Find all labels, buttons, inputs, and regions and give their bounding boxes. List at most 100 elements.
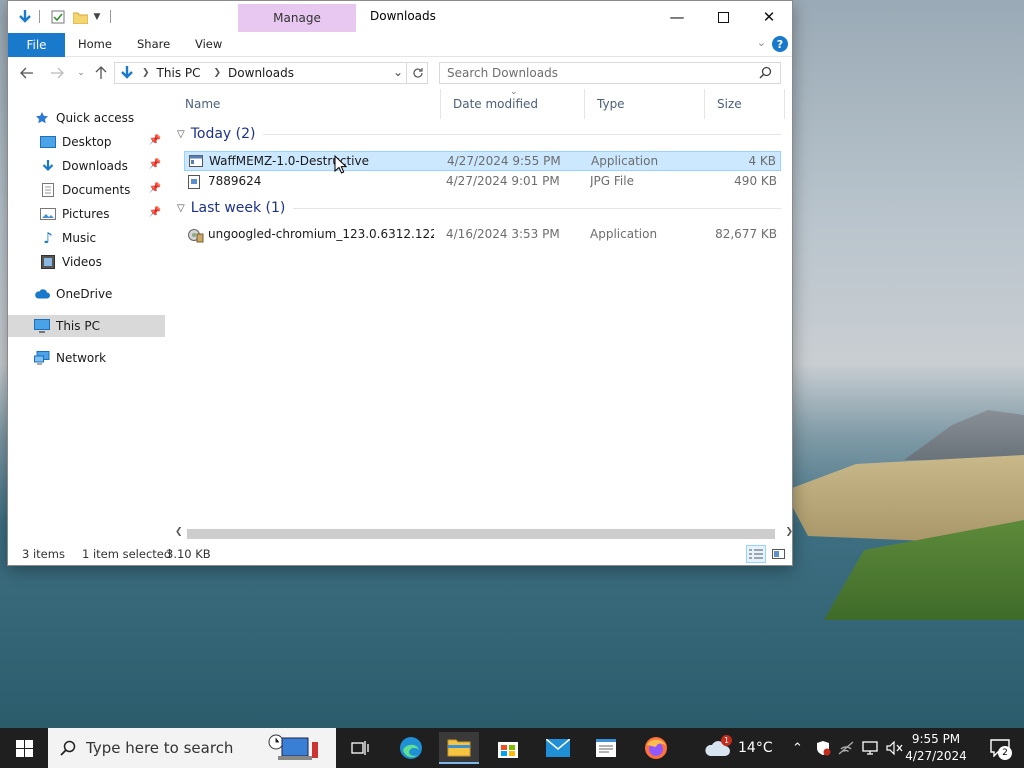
down-arrow-icon[interactable] [14, 7, 36, 27]
weather-widget[interactable]: 1 14°C [704, 728, 773, 768]
sidebar-item-desktop[interactable]: Desktop 📌 [8, 131, 165, 153]
microsoft-store-icon[interactable] [488, 732, 528, 764]
file-type: Application [591, 154, 659, 168]
file-size: 4 KB [748, 154, 776, 168]
forward-button[interactable] [48, 63, 66, 83]
downloads-location-icon [119, 65, 135, 81]
up-button[interactable] [92, 63, 110, 83]
navigation-pane: Quick access Desktop 📌 Downloads 📌 Docum… [8, 97, 165, 537]
pictures-icon [40, 207, 56, 221]
nav-label: Music [62, 231, 97, 245]
breadcrumb-this-pc[interactable]: This PC [157, 66, 201, 80]
taskbar-clock[interactable]: 9:55 PM 4/27/2024 [896, 731, 976, 765]
column-header-name[interactable]: Name [173, 89, 441, 119]
nav-quick-access[interactable]: Quick access [8, 107, 165, 129]
network-icon [34, 351, 50, 365]
group-header-today[interactable]: ▽ Today (2) [173, 123, 785, 145]
nav-label: Quick access [56, 111, 135, 125]
chevron-right-icon[interactable]: ❯ [214, 68, 222, 78]
ethernet-icon[interactable] [862, 728, 878, 768]
search-input[interactable] [440, 63, 740, 83]
tab-share[interactable]: Share [137, 37, 170, 51]
scroll-right-icon[interactable]: ❯ [785, 527, 793, 537]
sidebar-item-documents[interactable]: Documents 📌 [8, 179, 165, 201]
back-button[interactable] [18, 63, 36, 83]
nav-label: This PC [56, 319, 100, 333]
minimize-button[interactable]: — [654, 1, 700, 33]
file-explorer-taskbar-icon[interactable] [439, 732, 479, 764]
ribbon: File Home Share View ⌄ ? [8, 33, 792, 57]
help-icon[interactable]: ? [772, 36, 788, 52]
cloud-icon [34, 287, 50, 301]
file-size: 82,677 KB [715, 227, 777, 241]
edge-browser-icon[interactable] [391, 732, 431, 764]
notepad-icon[interactable] [586, 732, 626, 764]
sidebar-item-network[interactable]: Network [8, 347, 165, 369]
address-bar[interactable]: ❯ This PC ❯ Downloads ⌄ [114, 62, 428, 84]
scrollbar-thumb[interactable] [187, 529, 775, 539]
address-dropdown-icon[interactable]: ⌄ [393, 65, 403, 79]
tab-view[interactable]: View [195, 37, 222, 51]
taskbar: Type here to search 1 14°C ⌃ 9:55 PM 4/2… [0, 728, 1024, 768]
sidebar-item-music[interactable]: ♪ Music [8, 227, 165, 249]
close-button[interactable]: ✕ [746, 1, 792, 33]
sidebar-item-onedrive[interactable]: OneDrive [8, 283, 165, 305]
details-view-button[interactable] [746, 545, 766, 563]
file-list: Name ⌄ Date modified Type Size ▽ Today (… [173, 87, 785, 529]
table-row[interactable]: ungoogled-chromium_123.0.6312.122-1.... … [184, 225, 781, 245]
column-header-date[interactable]: Date modified [441, 89, 585, 119]
sidebar-item-this-pc[interactable]: This PC [8, 315, 165, 337]
table-row[interactable]: WaffMEMZ-1.0-Destructive 4/27/2024 9:55 … [184, 151, 781, 171]
installer-icon [188, 228, 204, 243]
pin-icon: 📌 [148, 183, 161, 194]
nav-label: Desktop [62, 135, 112, 149]
table-row[interactable]: 7889624 4/27/2024 9:01 PM JPG File 490 K… [184, 172, 781, 192]
refresh-icon[interactable] [406, 63, 428, 83]
column-header-type[interactable]: Type [585, 89, 705, 119]
column-header-size[interactable]: Size [705, 89, 785, 119]
search-icon[interactable] [759, 66, 772, 82]
clock-time: 9:55 PM [911, 732, 961, 746]
breadcrumb-downloads[interactable]: Downloads [228, 66, 294, 80]
customize-quick-access-icon[interactable]: ▼ [90, 7, 104, 27]
status-bar: 3 items 1 item selected 3.10 KB [8, 543, 792, 565]
show-hidden-icons-chevron-up-icon[interactable]: ⌃ [792, 728, 803, 768]
chevron-right-icon[interactable]: ❯ [142, 68, 150, 78]
status-item-count: 3 items [22, 547, 65, 561]
sidebar-item-videos[interactable]: Videos [8, 251, 165, 273]
horizontal-scrollbar[interactable]: ❮ ❯ [173, 527, 793, 541]
maximize-button[interactable] [700, 1, 746, 33]
chevron-down-icon: ▽ [177, 202, 185, 214]
search-highlight-icon[interactable] [260, 732, 326, 764]
properties-icon[interactable] [48, 7, 68, 27]
weather-alert-badge: 1 [721, 735, 732, 746]
documents-icon [40, 183, 56, 197]
security-shield-icon[interactable] [815, 728, 831, 768]
file-name: WaffMEMZ-1.0-Destructive [209, 154, 370, 168]
nav-label: Pictures [62, 207, 110, 221]
new-folder-icon[interactable] [70, 7, 90, 27]
notification-center-icon[interactable]: 2 [988, 736, 1012, 760]
sidebar-item-downloads[interactable]: Downloads 📌 [8, 155, 165, 177]
separator [110, 10, 111, 23]
large-icons-view-button[interactable] [768, 545, 788, 563]
task-view-icon[interactable] [340, 732, 380, 764]
tab-home[interactable]: Home [78, 37, 112, 51]
taskbar-search-box[interactable]: Type here to search [48, 728, 336, 768]
group-header-last-week[interactable]: ▽ Last week (1) [173, 197, 785, 219]
scroll-left-icon[interactable]: ❮ [175, 527, 183, 537]
firefox-icon[interactable] [636, 732, 676, 764]
start-button[interactable] [0, 728, 48, 768]
address-row: ⌄ ❯ This PC ❯ Downloads ⌄ [8, 57, 792, 89]
mouse-cursor-icon [334, 154, 348, 177]
sidebar-item-pictures[interactable]: Pictures 📌 [8, 203, 165, 225]
expand-ribbon-icon[interactable]: ⌄ [757, 36, 766, 49]
manage-tab[interactable]: Manage [238, 4, 356, 32]
search-icon [60, 740, 76, 756]
file-name: ungoogled-chromium_123.0.6312.122-1.... [208, 227, 434, 241]
notification-count-badge: 2 [998, 746, 1012, 760]
mail-icon[interactable] [538, 732, 578, 764]
network-disconnected-icon[interactable] [838, 728, 854, 768]
file-tab[interactable]: File [8, 33, 65, 57]
recent-locations-icon[interactable]: ⌄ [72, 63, 90, 83]
